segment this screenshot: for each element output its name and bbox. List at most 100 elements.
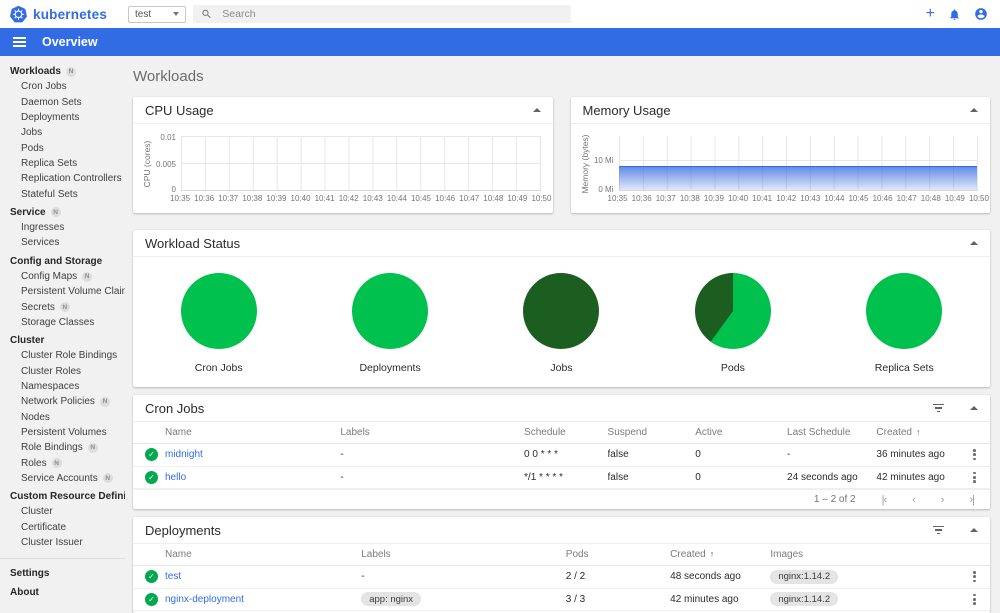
sidebar-item[interactable]: Network Policies N (0, 394, 125, 409)
deployments-card: Deployments Name Labels Pods Created ↑ Im… (133, 517, 990, 613)
first-page-button[interactable]: |‹ (882, 494, 887, 506)
create-button[interactable]: + (926, 6, 935, 22)
resource-link[interactable]: nginx-deployment (165, 594, 244, 605)
menu-button[interactable] (10, 34, 29, 50)
sidebar-item[interactable]: Config and Storage (0, 254, 125, 269)
pie-chart (694, 273, 771, 349)
x-axis-tick: 10:49 (507, 194, 528, 203)
kubernetes-logo[interactable]: kubernetes (0, 5, 120, 24)
sidebar-item-label: Daemon Sets (21, 96, 82, 108)
sidebar-item-label: Cluster Roles (21, 365, 82, 377)
account-button[interactable] (974, 7, 988, 21)
sidebar-item-label: Cron Jobs (21, 81, 67, 93)
row-menu-button[interactable] (969, 470, 980, 485)
sidebar-item[interactable]: Cron Jobs (0, 79, 125, 94)
sidebar-item[interactable]: Cluster Role Bindings (0, 348, 125, 363)
sidebar-item[interactable]: Roles N (0, 455, 125, 470)
sidebar-item[interactable]: Persistent Volume Claims N (0, 284, 125, 299)
sidebar-item[interactable]: Daemon Sets (0, 95, 125, 110)
sidebar-item[interactable]: Nodes (0, 410, 125, 425)
column-header-active[interactable]: Active (695, 427, 787, 438)
sidebar-item-label: Cluster Role Bindings (21, 350, 118, 362)
sidebar-item[interactable]: Role Bindings N (0, 440, 125, 455)
sidebar-item[interactable]: Deployments (0, 110, 125, 125)
sidebar-item-label: Cluster (10, 335, 45, 347)
charts-row: CPU Usage CPU (cores) 0.01 0.005 0 10:35… (133, 97, 990, 213)
row-menu-button[interactable] (969, 592, 980, 607)
sidebar-item[interactable]: Workloads N (0, 64, 125, 79)
sidebar-item[interactable]: Custom Resource Definitions (0, 489, 125, 504)
filter-icon[interactable] (931, 402, 946, 415)
row-menu-button[interactable] (969, 569, 980, 584)
sidebar-item-label: Certificate (21, 521, 67, 533)
last-page-button[interactable]: ›| (969, 494, 974, 506)
sidebar-entry: Certificate (0, 520, 125, 535)
sidebar-entry: Stateful Sets (0, 186, 125, 201)
sidebar-item[interactable]: Pods (0, 140, 125, 155)
sidebar-item[interactable]: Cluster (0, 504, 125, 519)
page-title: Workloads (133, 68, 204, 85)
column-header-created[interactable]: Created ↑ (876, 427, 958, 438)
sidebar-item[interactable]: Config Maps N (0, 269, 125, 284)
sidebar-item[interactable]: Persistent Volumes (0, 425, 125, 440)
cpu-usage-card: CPU Usage CPU (cores) 0.01 0.005 0 10:35… (133, 97, 553, 213)
sidebar-item[interactable]: Ingresses (0, 220, 125, 235)
card-title: CPU Usage (145, 102, 214, 118)
sidebar-item[interactable]: Namespaces (0, 379, 125, 394)
column-header-schedule[interactable]: Schedule (524, 427, 608, 438)
column-header-suspend[interactable]: Suspend (608, 427, 696, 438)
sidebar-item[interactable]: Services (0, 235, 125, 250)
namespaced-badge: N (82, 271, 93, 282)
previous-page-button[interactable]: ‹ (912, 494, 916, 506)
status-ok-icon: ✓ (145, 592, 158, 606)
sidebar-item[interactable]: Cluster (0, 333, 125, 348)
sidebar-item[interactable]: Service Accounts N (0, 471, 125, 486)
column-header-name[interactable]: Name (165, 427, 340, 438)
collapse-button[interactable] (970, 108, 978, 112)
sidebar-item[interactable]: Stateful Sets (0, 186, 125, 201)
sidebar-item[interactable]: Replica Sets (0, 156, 125, 171)
column-header-labels[interactable]: Labels (361, 549, 566, 560)
resource-link[interactable]: test (165, 571, 181, 582)
sidebar-item[interactable]: Cluster Roles (0, 364, 125, 379)
sidebar-item[interactable]: About (0, 585, 125, 600)
sidebar-item[interactable]: Certificate (0, 520, 125, 535)
sidebar-item-label: Ingresses (21, 222, 65, 234)
column-header-images[interactable]: Images (770, 549, 958, 560)
sidebar-item[interactable]: Cluster Issuer (0, 535, 125, 550)
namespace-selector[interactable]: test (128, 5, 186, 23)
memory-usage-card: Memory Usage Memory (bytes) 10 Mi 0 Mi 1… (570, 97, 990, 213)
filter-icon[interactable] (931, 524, 946, 537)
sidebar-item[interactable]: Jobs (0, 125, 125, 140)
sidebar-item[interactable]: Settings (0, 566, 125, 581)
collapse-button[interactable] (970, 406, 978, 410)
sidebar-item-label: Cluster (21, 506, 53, 518)
row-menu-button[interactable] (969, 447, 980, 462)
notifications-button[interactable] (948, 8, 961, 21)
pagination-range: 1 – 2 of 2 (813, 494, 856, 505)
next-page-button[interactable]: › (941, 494, 945, 506)
sidebar-item[interactable]: Service N (0, 205, 125, 220)
search-input[interactable] (222, 8, 563, 20)
sidebar-item-label: Namespaces (21, 381, 80, 393)
sidebar-item[interactable]: Storage Classes (0, 315, 125, 330)
column-header-name[interactable]: Name (165, 549, 361, 560)
resource-link[interactable]: hello (165, 472, 186, 483)
search-bar[interactable] (193, 5, 571, 23)
pie-chart (866, 273, 943, 349)
collapse-button[interactable] (970, 241, 978, 245)
collapse-button[interactable] (970, 528, 978, 532)
sidebar-item[interactable]: Secrets N (0, 299, 125, 314)
column-header-pods[interactable]: Pods (566, 549, 670, 560)
x-axis-tick: 10:48 (920, 194, 941, 203)
x-axis-tick: 10:46 (872, 194, 893, 203)
x-axis-tick: 10:39 (266, 194, 287, 203)
column-header-created[interactable]: Created ↑ (670, 549, 770, 560)
column-header-labels[interactable]: Labels (340, 427, 524, 438)
sidebar-item[interactable]: Replication Controllers (0, 171, 125, 186)
collapse-button[interactable] (532, 108, 541, 112)
namespaced-badge: N (59, 302, 70, 313)
column-header-last-schedule[interactable]: Last Schedule (787, 427, 876, 438)
sidebar-entry: Nodes (0, 410, 125, 425)
resource-link[interactable]: midnight (165, 449, 203, 460)
